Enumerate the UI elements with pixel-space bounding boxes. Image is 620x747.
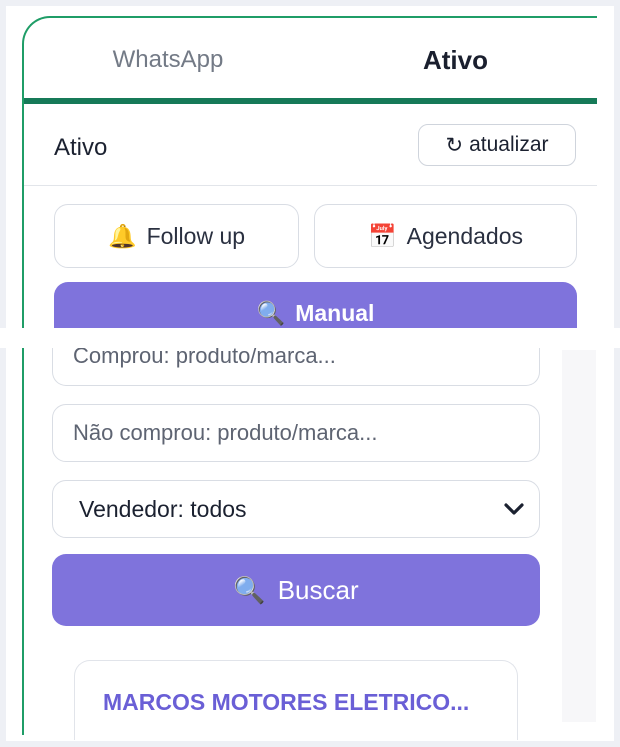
vendedor-select[interactable]: Vendedor: todos: [52, 480, 540, 538]
frame-border-top: [0, 0, 620, 6]
bell-icon: 🔔: [107, 222, 137, 249]
frame-border-bottom: [0, 741, 620, 747]
magnifier-icon: 🔍: [256, 300, 286, 326]
screenshot-cut: [0, 328, 620, 348]
agendados-button[interactable]: 📅 Agendados: [314, 204, 577, 268]
section-header: Ativo ↻ atualizar: [24, 104, 597, 186]
result-card-title: MARCOS MOTORES ELETRICO...: [103, 689, 470, 715]
search-button[interactable]: 🔍 Buscar: [52, 554, 540, 626]
result-card[interactable]: MARCOS MOTORES ELETRICO...: [74, 660, 518, 740]
refresh-button[interactable]: ↻ atualizar: [418, 124, 576, 166]
calendar-icon: 📅: [367, 222, 397, 249]
nao-comprou-input[interactable]: Não comprou: produto/marca...: [52, 404, 540, 462]
nao-comprou-placeholder: Não comprou: produto/marca...: [73, 420, 378, 445]
manual-button[interactable]: 🔍 Manual: [54, 282, 577, 332]
tab-ativo[interactable]: Ativo: [312, 18, 597, 102]
frame-border-left: [0, 0, 6, 747]
search-label: Buscar: [277, 574, 359, 605]
tab-whatsapp[interactable]: WhatsApp: [24, 18, 312, 102]
vendedor-selected-value: Vendedor: todos: [79, 495, 247, 522]
chevron-down-icon: [503, 502, 525, 516]
tab-whatsapp-label: WhatsApp: [112, 46, 224, 73]
frame-border-right: [614, 0, 620, 747]
follow-up-label: Follow up: [146, 222, 246, 249]
refresh-label: atualizar: [469, 133, 549, 156]
section-title: Ativo: [54, 134, 108, 161]
tab-ativo-label: Ativo: [423, 44, 488, 75]
follow-up-button[interactable]: 🔔 Follow up: [54, 204, 299, 268]
refresh-icon: ↻: [445, 133, 464, 157]
tab-bar: WhatsApp Ativo: [24, 18, 597, 102]
manual-label: Manual: [295, 300, 375, 326]
agendados-label: Agendados: [406, 222, 524, 249]
magnifier-icon: 🔍: [233, 574, 266, 605]
scroll-gutter: [562, 350, 596, 722]
